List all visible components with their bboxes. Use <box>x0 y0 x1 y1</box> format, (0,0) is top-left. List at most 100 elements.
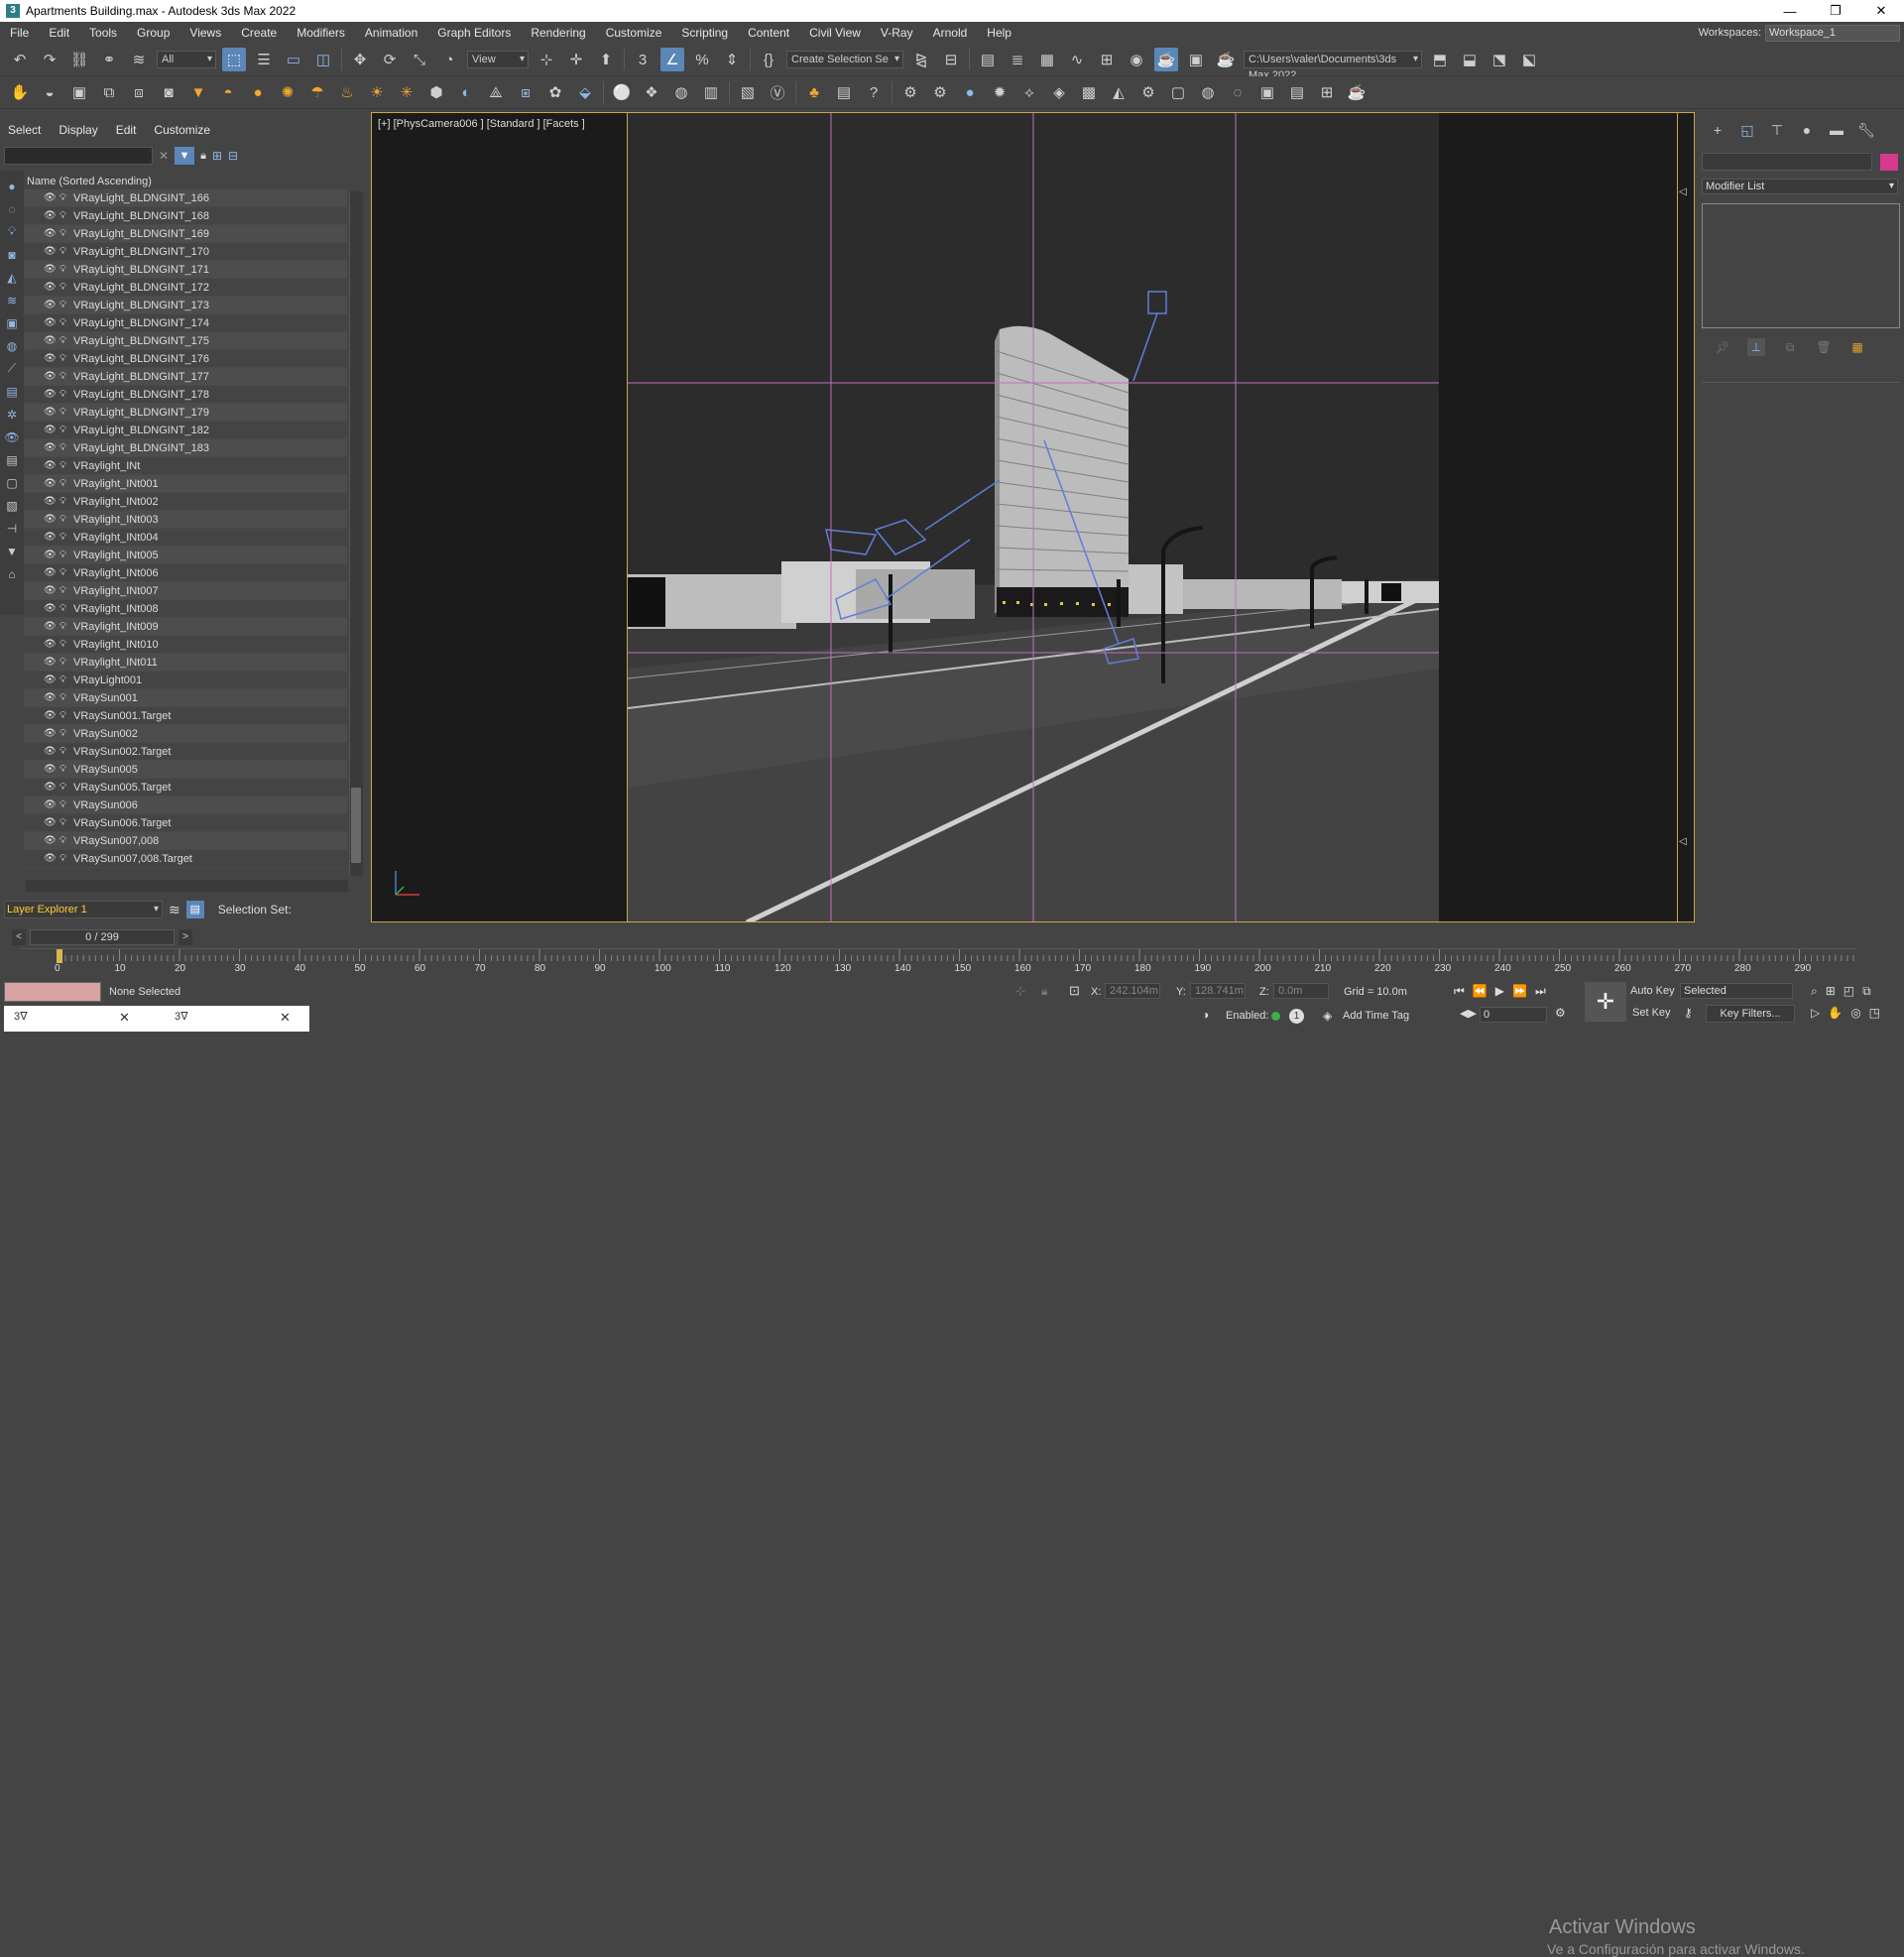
visibility-eye-icon[interactable]: 👁︎ <box>44 746 57 757</box>
menu-rendering[interactable]: Rendering <box>521 22 595 44</box>
list-item[interactable]: 👁︎ 💡︎ VRaylight_INt004 <box>24 529 347 547</box>
box-icon[interactable]: ▣ <box>67 80 91 104</box>
go-to-end-icon[interactable]: ⏭ <box>1535 984 1546 999</box>
light-bulb-icon[interactable]: 💡︎ <box>60 585 69 596</box>
selection-filter-dropdown[interactable]: All <box>157 51 216 68</box>
help-icon[interactable]: ? <box>862 80 886 104</box>
display-xrefs-icon[interactable]: ◍ <box>4 336 20 355</box>
modifier-stack[interactable] <box>1702 203 1900 328</box>
visibility-eye-icon[interactable]: 👁︎ <box>44 550 57 560</box>
vray-mesh-light-icon[interactable]: ✺ <box>276 80 299 104</box>
z-coordinate-field[interactable]: 0.0m <box>1273 983 1329 999</box>
next-frame-icon[interactable]: ⏩ <box>1512 984 1527 999</box>
window-crossing-icon[interactable]: ◫ <box>311 48 335 71</box>
field-of-view-icon[interactable]: ▷ <box>1811 1006 1820 1020</box>
vray-light-icon[interactable]: ▼ <box>186 80 210 104</box>
light-bulb-icon[interactable]: 💡︎ <box>60 853 69 864</box>
vray-logo-icon[interactable]: Ⓥ <box>766 80 789 104</box>
new-project-icon[interactable]: ⬓ <box>1458 48 1482 71</box>
current-frame-marker[interactable] <box>57 949 62 963</box>
menu-arnold[interactable]: Arnold <box>923 22 978 44</box>
light-bulb-icon[interactable]: 💡︎ <box>60 692 69 703</box>
list-item[interactable]: 👁︎ 💡︎ VRayLight_BLDNGINT_171 <box>24 261 347 279</box>
list-item[interactable]: 👁︎ 💡︎ VRaylight_INt005 <box>24 547 347 564</box>
display-tab-icon[interactable]: ▬ <box>1827 120 1846 140</box>
visibility-eye-icon[interactable]: 👁︎ <box>44 496 57 507</box>
list-item[interactable]: 👁︎ 💡︎ VRayLight_BLDNGINT_177 <box>24 368 347 386</box>
vray-plane-icon[interactable]: ⟁ <box>484 80 508 104</box>
list-item[interactable]: 👁︎ 💡︎ VRaySun005.Target <box>24 779 347 796</box>
list-item[interactable]: 👁︎ 💡︎ VRayLight_BLDNGINT_178 <box>24 386 347 404</box>
auto-key-button[interactable]: Auto Key <box>1630 985 1675 997</box>
redo-icon[interactable]: ↷ <box>38 48 61 71</box>
vray-bitmap-icon[interactable]: ▧ <box>736 80 760 104</box>
visibility-eye-icon[interactable]: 👁︎ <box>44 514 57 525</box>
display-space-warps-icon[interactable]: ≋ <box>4 291 20 309</box>
display-geometry-icon[interactable]: ● <box>4 177 20 195</box>
visibility-eye-icon[interactable]: 👁︎ <box>44 692 57 703</box>
light-bulb-icon[interactable]: 💡︎ <box>60 674 69 685</box>
scene-explorer-display-menu[interactable]: Display <box>59 123 97 137</box>
visibility-eye-icon[interactable]: 👁︎ <box>44 764 57 775</box>
key-filters-button[interactable]: Key Filters... <box>1706 1005 1795 1023</box>
arnold-bulb-icon[interactable]: ◌ <box>1226 80 1250 104</box>
menu-civil-view[interactable]: Civil View <box>799 22 871 44</box>
arnold-display-icon[interactable]: ▢ <box>1166 80 1190 104</box>
vray-sphere-light-icon[interactable]: ● <box>246 80 270 104</box>
visibility-eye-icon[interactable]: 👁︎ <box>44 228 57 239</box>
previous-frame-icon[interactable]: ⏪ <box>1473 984 1488 999</box>
visibility-eye-icon[interactable]: 👁︎ <box>44 389 57 400</box>
key-icon[interactable]: ⚷ <box>1684 1006 1693 1020</box>
vray-list-icon[interactable]: ▤ <box>832 80 856 104</box>
list-item[interactable]: 👁︎ 💡︎ VRaylight_INt003 <box>24 511 347 529</box>
filter-icon[interactable]: ▼ <box>175 147 195 165</box>
scene-explorer-select-menu[interactable]: Select <box>8 123 41 137</box>
list-item[interactable]: 👁︎ 💡︎ VRayLight_BLDNGINT_174 <box>24 314 347 332</box>
maximize-viewport-icon[interactable]: ◳ <box>1869 1006 1880 1020</box>
go-to-start-icon[interactable]: ⏮ <box>1454 984 1465 999</box>
vray-texture-icon[interactable]: ▥ <box>699 80 723 104</box>
list-item[interactable]: 👁︎ 💡︎ VRaySun006.Target <box>24 814 347 832</box>
light-bulb-icon[interactable]: 💡︎ <box>60 460 69 471</box>
layer-explorer-dropdown[interactable]: Layer Explorer 1 <box>4 901 163 918</box>
menu-content[interactable]: Content <box>738 22 799 44</box>
visibility-eye-icon[interactable]: 👁︎ <box>44 639 57 650</box>
arnold-volume-icon[interactable]: ⟡ <box>1017 80 1041 104</box>
list-item[interactable]: 👁︎ 💡︎ VRayLight_BLDNGINT_169 <box>24 225 347 243</box>
display-groups-icon[interactable]: ▣ <box>4 313 20 332</box>
list-item[interactable]: 👁︎ 💡︎ VRaylight_INt010 <box>24 636 347 654</box>
placement-icon[interactable]: ◔ <box>437 48 461 71</box>
edit-named-selection-icon[interactable]: {} <box>757 48 780 71</box>
light-bulb-icon[interactable]: 💡︎ <box>60 478 69 489</box>
modify-tab-icon[interactable]: ◱ <box>1737 120 1757 140</box>
light-bulb-icon[interactable]: 💡︎ <box>60 782 69 793</box>
list-item[interactable]: 👁︎ 💡︎ VRayLight_BLDNGINT_179 <box>24 404 347 422</box>
light-bulb-icon[interactable]: 💡︎ <box>60 282 69 293</box>
display-dependencies-icon[interactable]: ⌂ <box>4 564 20 583</box>
list-item[interactable]: 👁︎ 💡︎ VRaylight_INt008 <box>24 600 347 618</box>
adaptive-degradation-icon[interactable]: ◑ <box>1202 1008 1209 1022</box>
track-bar[interactable]: 0 10 20 30 40 50 60 70 80 90 100 110 120 130 140 150 160… <box>22 948 1856 978</box>
rendered-frame-window-icon[interactable]: ▣ <box>1184 48 1208 71</box>
visibility-eye-icon[interactable]: 👁︎ <box>44 246 57 257</box>
vray-sphere-icon[interactable]: ◐ <box>454 80 478 104</box>
vray-material-icon[interactable]: ⚪ <box>610 80 634 104</box>
visibility-eye-icon[interactable]: 👁︎ <box>44 567 57 578</box>
x-coordinate-field[interactable]: 242.104m <box>1105 983 1160 999</box>
arnold-sky-icon[interactable]: ✹ <box>988 80 1012 104</box>
next-frame-arrow-icon[interactable]: > <box>178 929 192 945</box>
menu-vray[interactable]: V-Ray <box>871 22 923 44</box>
visibility-eye-icon[interactable]: 👁︎ <box>44 425 57 435</box>
camera-icon[interactable]: ◙ <box>157 80 180 104</box>
project-folder-dropdown[interactable]: C:\Users\valer\Documents\3ds Max 2022 <box>1244 51 1422 81</box>
percent-snap-icon[interactable]: % <box>690 48 714 71</box>
light-bulb-icon[interactable]: 💡︎ <box>60 389 69 400</box>
orbit-icon[interactable]: ◒ <box>38 80 61 104</box>
menu-tools[interactable]: Tools <box>79 22 127 44</box>
list-item[interactable]: 👁︎ 💡︎ VRaylight_INt001 <box>24 475 347 493</box>
vray-dome-light-icon[interactable]: ◓ <box>216 80 240 104</box>
display-bones-icon[interactable]: ⟋ <box>4 359 20 378</box>
pin-stack-icon[interactable]: 📌︎ <box>1714 338 1731 356</box>
list-item[interactable]: 👁︎ 💡︎ VRayLight_BLDNGINT_182 <box>24 422 347 439</box>
taskbar-tab[interactable]: 3ᐁ <box>175 1010 188 1023</box>
